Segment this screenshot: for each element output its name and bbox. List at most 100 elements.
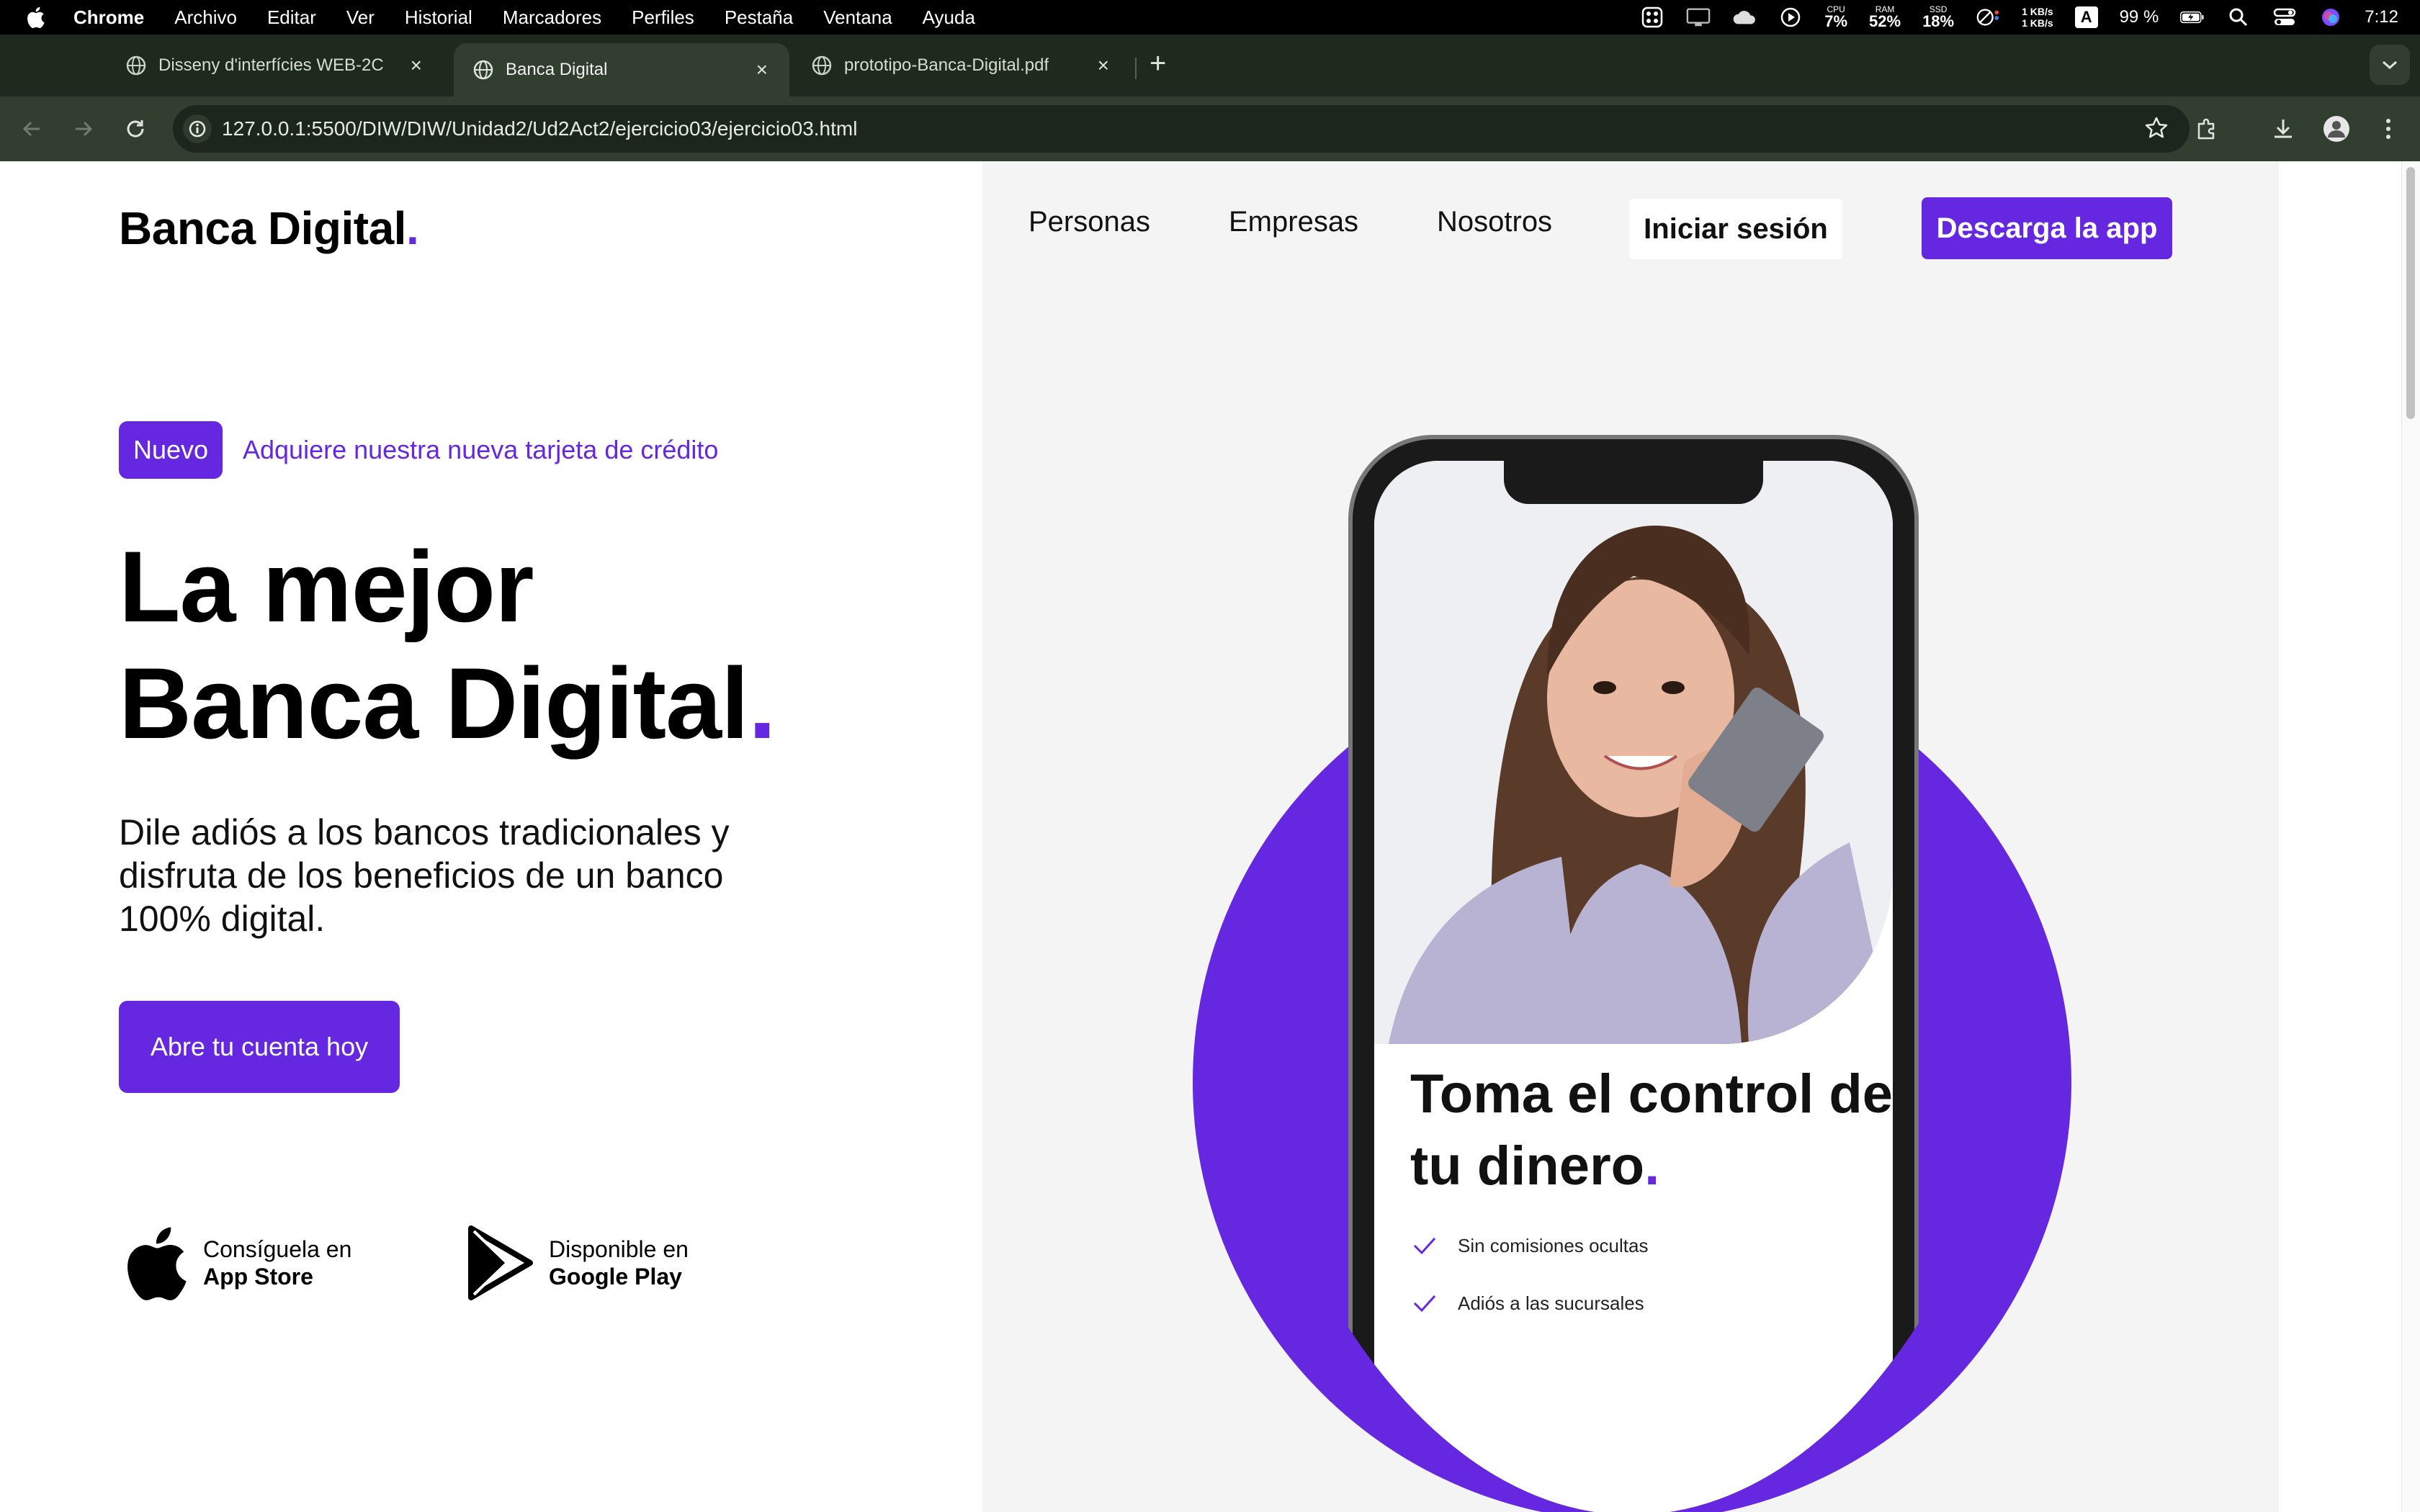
tab-strip: Disseny d'interfícies WEB-2C × Banca Dig… <box>0 35 2420 96</box>
app-store-text: Consíguela en App Store <box>203 1236 351 1290</box>
play-circle-icon[interactable] <box>1778 5 1803 30</box>
cpu-stat[interactable]: CPU 7% <box>1824 5 1847 30</box>
address-bar[interactable]: 127.0.0.1:5500/DIW/DIW/Unidad2/Ud2Act2/e… <box>173 105 2190 153</box>
profile-avatar[interactable] <box>2322 114 2351 143</box>
menu-perfiles[interactable]: Perfiles <box>632 6 694 29</box>
display-icon[interactable] <box>1686 5 1711 30</box>
feature-item: Sin comisiones ocultas <box>1410 1231 1648 1260</box>
open-account-button[interactable]: Abre tu cuenta hoy <box>119 1001 400 1093</box>
phone-mockup: Toma el control de tu dinero. Sin comisi… <box>1348 435 1919 1512</box>
tab-disseny[interactable]: Disseny d'interfícies WEB-2C × <box>107 43 444 88</box>
network-stat[interactable]: 1 KB/s 1 KB/s <box>2022 6 2053 29</box>
url-text[interactable]: 127.0.0.1:5500/DIW/DIW/Unidad2/Ud2Act2/e… <box>222 117 857 140</box>
chrome-menu-button[interactable] <box>2374 114 2403 143</box>
apple-logo-icon <box>127 1227 187 1300</box>
back-button[interactable] <box>17 114 46 143</box>
ram-stat[interactable]: RAM 52% <box>1869 5 1901 30</box>
login-button[interactable]: Iniciar sesión <box>1629 199 1842 259</box>
woman-holding-card-photo <box>1374 461 1893 1044</box>
globe-icon <box>125 55 147 76</box>
tab-title: prototipo-Banca-Digital.pdf <box>844 55 1049 75</box>
input-source[interactable]: A <box>2074 6 2098 28</box>
menu-ver[interactable]: Ver <box>346 6 375 29</box>
tab-title: Disseny d'interfícies WEB-2C <box>158 55 384 75</box>
tab-prototipo-pdf[interactable]: prototipo-Banca-Digital.pdf × <box>792 43 1131 88</box>
status-area: CPU 7% RAM 52% SSD 18% 1 KB/s 1 KB/s A 99 % … <box>1640 0 2398 35</box>
web-page: Banca Digital. Personas Empresas Nosotro… <box>0 161 2420 1512</box>
kebab-menu-icon <box>2386 119 2390 139</box>
logo-text: Banca Digital <box>119 202 406 254</box>
menu-marcadores[interactable]: Marcadores <box>503 6 601 29</box>
tab-close-button[interactable]: × <box>1098 54 1109 77</box>
download-icon <box>2275 120 2292 138</box>
page-scrollbar[interactable] <box>2401 161 2420 1512</box>
menu-historial[interactable]: Historial <box>405 6 472 29</box>
hero-subtitle: Dile adiós a los bancos tradicionales y … <box>119 812 730 939</box>
phone-title-dot: . <box>1644 1135 1660 1197</box>
app-grid-icon[interactable] <box>1640 5 1664 30</box>
hero-title: La mejor Banca Digital. <box>119 528 776 762</box>
nav-nosotros[interactable]: Nosotros <box>1437 206 1552 238</box>
clock[interactable]: 7:12 <box>2365 7 2398 27</box>
arrow-right-icon <box>76 121 93 137</box>
focus-icon[interactable] <box>1976 5 2000 30</box>
siri-icon[interactable] <box>2318 5 2343 30</box>
downloads-button[interactable] <box>2269 114 2298 143</box>
battery-icon[interactable] <box>2180 5 2205 30</box>
browser-toolbar: 127.0.0.1:5500/DIW/DIW/Unidad2/Ud2Act2/e… <box>0 96 2420 161</box>
hero-title-line1: La mejor <box>119 530 534 643</box>
app-store-small: Consíguela en <box>203 1236 352 1262</box>
site-logo[interactable]: Banca Digital. <box>119 202 419 255</box>
new-tab-button[interactable]: + <box>1150 48 1166 80</box>
app-store-link[interactable]: Consíguela en App Store <box>122 1225 351 1300</box>
menu-ventana[interactable]: Ventana <box>823 6 892 29</box>
arrow-left-icon <box>22 121 40 137</box>
bookmark-star-icon[interactable] <box>2143 115 2169 146</box>
google-play-link[interactable]: Disponible en Google Play <box>467 1225 689 1300</box>
globe-icon <box>472 59 494 81</box>
hero-title-line2: Banca Digital. <box>119 645 776 762</box>
tab-close-button[interactable]: × <box>756 58 768 81</box>
forward-button[interactable] <box>69 114 98 143</box>
google-play-small: Disponible en <box>549 1236 689 1262</box>
phone-notch <box>1504 461 1763 504</box>
scrollbar-thumb[interactable] <box>2406 167 2415 419</box>
apple-logo-icon[interactable] <box>26 6 55 28</box>
cpu-value: 7% <box>1824 12 1848 30</box>
menu-app-name[interactable]: Chrome <box>73 6 144 29</box>
hero-title-dot: . <box>748 647 776 760</box>
new-badge: Nuevo <box>119 421 223 479</box>
menu-archivo[interactable]: Archivo <box>174 6 237 29</box>
hero-title-line2-text: Banca Digital <box>119 647 749 760</box>
extensions-button[interactable] <box>2192 114 2221 143</box>
ram-value: 52% <box>1869 12 1901 30</box>
nav-empresas[interactable]: Empresas <box>1229 206 1358 238</box>
menu-ayuda[interactable]: Ayuda <box>923 6 975 29</box>
reload-button[interactable] <box>121 114 150 143</box>
credit-card-promo-link[interactable]: Adquiere nuestra nueva tarjeta de crédit… <box>243 435 718 465</box>
ssd-stat[interactable]: SSD 18% <box>1922 5 1954 30</box>
google-play-icon <box>468 1225 533 1300</box>
battery-percent[interactable]: 99 % <box>2120 7 2159 27</box>
download-app-button[interactable]: Descarga la app <box>1922 197 2172 259</box>
nav-personas[interactable]: Personas <box>1028 206 1150 238</box>
tab-search-button[interactable] <box>2370 45 2410 85</box>
tab-banca-digital[interactable]: Banca Digital × <box>454 43 789 96</box>
search-icon[interactable] <box>2226 5 2251 30</box>
menu-pestana[interactable]: Pestaña <box>725 6 793 29</box>
site-info-icon[interactable] <box>183 114 212 143</box>
tab-close-button[interactable]: × <box>411 54 422 77</box>
control-center-icon[interactable] <box>2272 5 2297 30</box>
cloud-icon[interactable] <box>1732 5 1757 30</box>
ssd-value: 18% <box>1922 12 1955 30</box>
google-play-big: Google Play <box>549 1264 682 1290</box>
macos-menu-bar: Chrome Archivo Editar Ver Historial Marc… <box>0 0 2420 35</box>
menu-editar[interactable]: Editar <box>267 6 316 29</box>
tab-separator <box>1135 58 1137 79</box>
logo-dot: . <box>405 202 419 254</box>
feature-text: Sin comisiones ocultas <box>1458 1234 1649 1256</box>
puzzle-icon <box>2197 118 2215 140</box>
app-store-big: App Store <box>203 1264 313 1290</box>
phone-screen-title: Toma el control de tu dinero. <box>1410 1058 1893 1202</box>
chevron-down-icon <box>2383 60 2397 70</box>
